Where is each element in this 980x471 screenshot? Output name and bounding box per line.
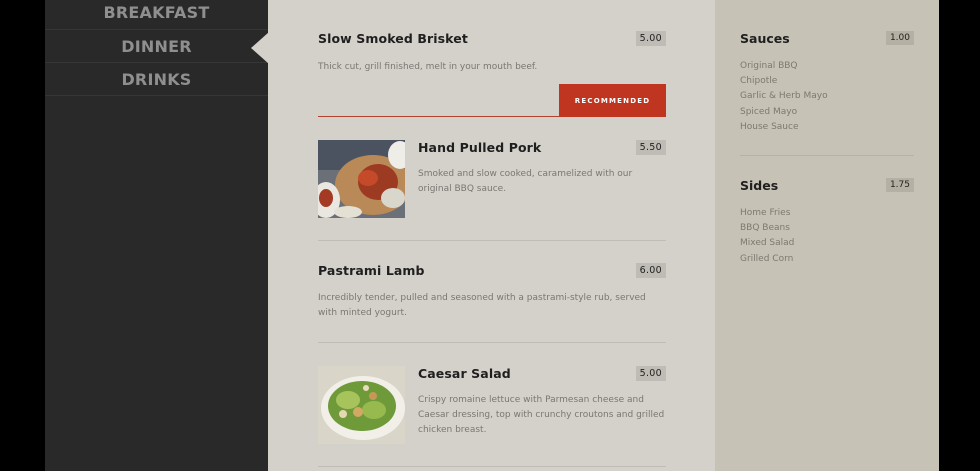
active-indicator-arrow [251, 32, 269, 64]
sides-list: Home Fries BBQ Beans Mixed Salad Grilled… [740, 206, 914, 267]
menu-item-pastrami-lamb: Pastrami Lamb 6.00 Incredibly tender, pu… [318, 263, 666, 321]
menu-item-brisket: Slow Smoked Brisket 5.00 Thick cut, gril… [318, 31, 666, 75]
sauces-price-badge: 1.00 [885, 31, 914, 45]
menu-item-caesar-salad: Caesar Salad 5.00 Crispy romaine lettuce… [418, 366, 666, 438]
sides-divider [740, 155, 914, 156]
list-item: Chipotle [740, 76, 778, 87]
price-badge: 5.00 [635, 31, 666, 46]
nav-item-breakfast[interactable]: BREAKFAST [45, 0, 268, 30]
menu-item-title: Hand Pulled Pork [418, 140, 542, 155]
menu-item-pulled-pork: Hand Pulled Pork 5.50 Smoked and slow co… [418, 140, 666, 197]
list-item: Garlic & Herb Mayo [740, 91, 828, 102]
list-item: House Sauce [740, 121, 799, 132]
menu-item-title: Pastrami Lamb [318, 263, 425, 278]
menu-item-description: Thick cut, grill finished, melt in your … [318, 62, 538, 72]
sides-group: Sides 1.75 Home Fries BBQ Beans Mixed Sa… [740, 178, 914, 267]
nav-item-drinks[interactable]: DRINKS [45, 63, 268, 96]
pulled-pork-photo [318, 140, 405, 218]
menu-item-title: Caesar Salad [418, 366, 511, 381]
pulled-pork-image [318, 140, 405, 218]
sidebar-nav: BREAKFAST DINNER DRINKS [45, 0, 269, 471]
list-item: Home Fries [740, 208, 791, 218]
price-badge: 5.00 [635, 366, 666, 381]
menu-item-description: Incredibly tender, pulled and seasoned w… [318, 293, 646, 318]
menu-item-description: Crispy romaine lettuce with Parmesan che… [418, 395, 665, 435]
menu-item-description: Smoked and slow cooked, caramelized with… [418, 169, 633, 194]
menu-item-title: Slow Smoked Brisket [318, 31, 468, 46]
menu-main: Slow Smoked Brisket 5.00 Thick cut, gril… [268, 0, 715, 471]
sauces-list: Original BBQ Chipotle Garlic & Herb Mayo… [740, 59, 914, 135]
item-divider [318, 240, 666, 241]
list-item: Spiced Mayo [740, 106, 798, 117]
list-item: Original BBQ [740, 61, 798, 71]
page: BREAKFAST DINNER DRINKS Slow Smoked Bris… [45, 0, 939, 471]
sides-column: Sauces 1.00 Original BBQ Chipotle Garlic… [715, 0, 939, 471]
price-badge: 6.00 [635, 263, 666, 278]
sauces-group: Sauces 1.00 Original BBQ Chipotle Garlic… [740, 31, 914, 135]
list-item: BBQ Beans [740, 223, 790, 234]
caesar-salad-image [318, 366, 405, 444]
sides-price-badge: 1.75 [885, 178, 914, 192]
list-item: Mixed Salad [740, 238, 795, 249]
list-item: Grilled Corn [740, 253, 794, 264]
recommended-badge: RECOMMENDED [559, 84, 666, 117]
caesar-salad-photo [318, 366, 405, 444]
item-divider [318, 342, 666, 343]
nav-item-dinner[interactable]: DINNER [45, 30, 268, 63]
price-badge: 5.50 [635, 140, 666, 155]
item-divider [318, 466, 666, 467]
recommended-underline [318, 116, 560, 117]
